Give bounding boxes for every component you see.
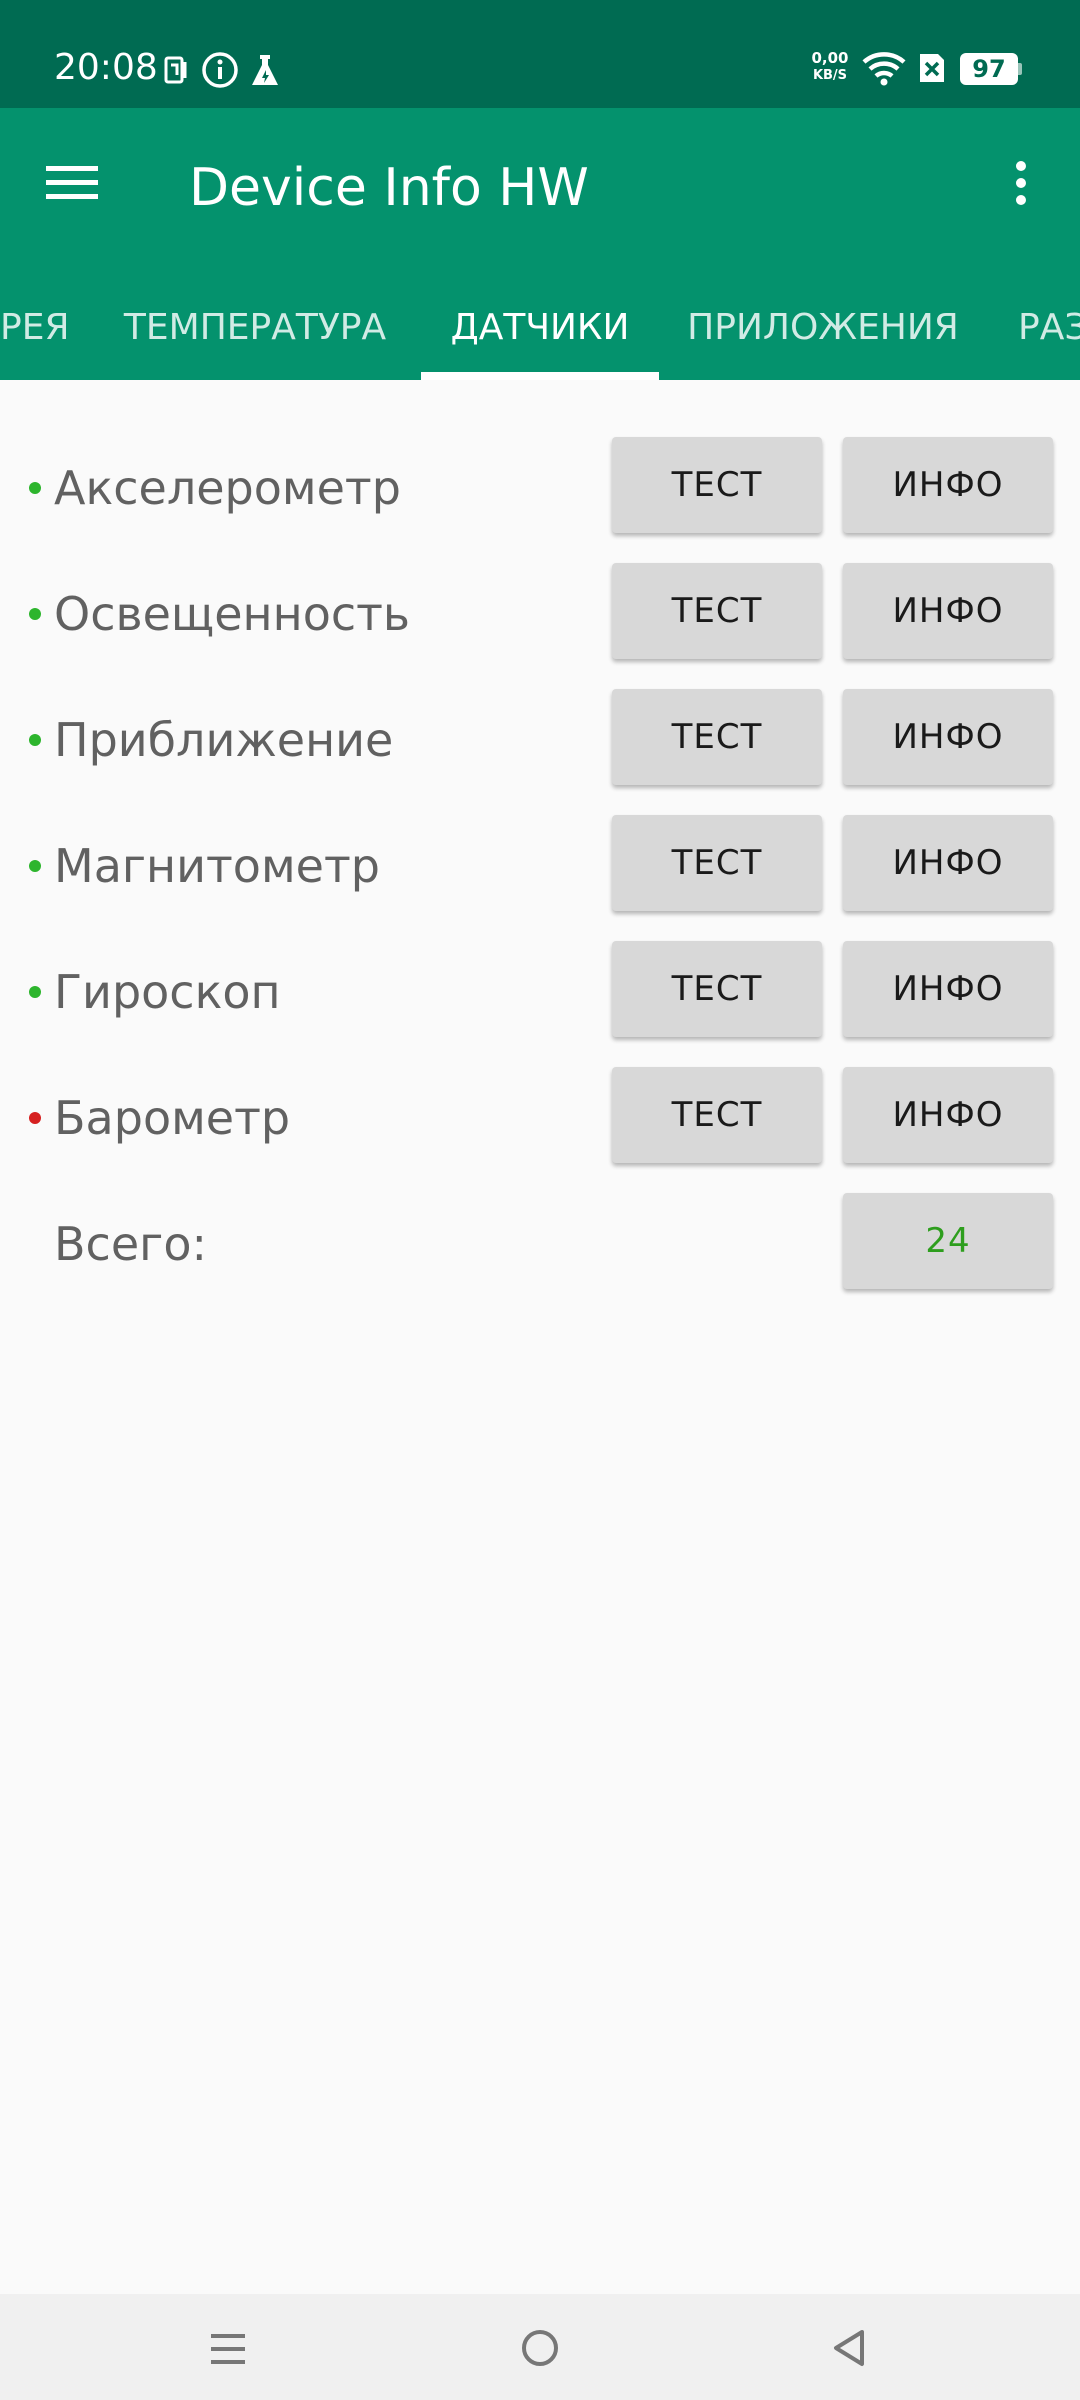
tab-temperature[interactable]: ТЕМПЕРАТУРА [110, 280, 400, 380]
status-bar: 20:08 0,00 KB/S 97 [0, 0, 1080, 108]
app-title: Device Info HW [189, 158, 589, 218]
more-vertical-icon[interactable] [1014, 160, 1028, 210]
sensor-row-light: Освещенность ТЕСТ ИНФО [0, 563, 1080, 663]
info-button[interactable]: ИНФО [843, 1067, 1053, 1163]
sensor-name: Магнитометр [54, 839, 380, 893]
status-dot [29, 1112, 41, 1124]
sensor-name: Барометр [54, 1091, 291, 1145]
total-label: Всего: [54, 1217, 207, 1271]
test-button[interactable]: ТЕСТ [612, 941, 822, 1037]
sensor-name: Гироскоп [54, 965, 281, 1019]
tab-more[interactable]: РАЗ [1018, 280, 1080, 380]
tab-sensors[interactable]: ДАТЧИКИ [421, 280, 659, 380]
nfc-icon [164, 56, 190, 88]
sensor-row-gyroscope: Гироскоп ТЕСТ ИНФО [0, 941, 1080, 1041]
info-button[interactable]: ИНФО [843, 815, 1053, 911]
info-button[interactable]: ИНФО [843, 563, 1053, 659]
sensor-name: Акселерометр [54, 461, 401, 515]
status-dot [29, 482, 41, 494]
tab-apps[interactable]: ПРИЛОЖЕНИЯ [676, 280, 970, 380]
tab-label: ПРИЛОЖЕНИЯ [687, 307, 959, 348]
battery-level: 97 [972, 55, 1006, 83]
net-speed-unit: KB/S [812, 68, 848, 83]
sensor-name: Приближение [54, 713, 394, 767]
net-speed-value: 0,00 [811, 49, 849, 67]
recents-icon[interactable] [209, 2330, 247, 2372]
net-speed: 0,00 KB/S [807, 50, 853, 84]
test-button[interactable]: ТЕСТ [612, 815, 822, 911]
total-row: Всего: 24 [0, 1193, 1080, 1293]
back-icon[interactable] [830, 2328, 868, 2372]
sensor-row-accelerometer: Акселерометр ТЕСТ ИНФО [0, 437, 1080, 537]
wifi-icon [862, 50, 906, 90]
info-button[interactable]: ИНФО [843, 689, 1053, 785]
test-button[interactable]: ТЕСТ [612, 689, 822, 785]
total-count-button[interactable]: 24 [843, 1193, 1053, 1289]
info-button[interactable]: ИНФО [843, 941, 1053, 1037]
navigation-bar [0, 2294, 1080, 2400]
status-time: 20:08 [54, 47, 158, 88]
tab-label: ТЕМПЕРАТУРА [123, 307, 387, 348]
app-bar: Device Info HW РЕЯ ТЕМПЕРАТУРА ДАТЧИКИ П… [0, 108, 1080, 380]
test-button[interactable]: ТЕСТ [612, 563, 822, 659]
sim-off-icon [918, 52, 946, 88]
sensor-row-barometer: Барометр ТЕСТ ИНФО [0, 1067, 1080, 1167]
tab-label: РЕЯ [0, 307, 70, 348]
info-button[interactable]: ИНФО [843, 437, 1053, 533]
test-button[interactable]: ТЕСТ [612, 437, 822, 533]
sensor-row-proximity: Приближение ТЕСТ ИНФО [0, 689, 1080, 789]
active-tab-indicator [421, 372, 659, 380]
status-dot [29, 608, 41, 620]
status-dot [29, 986, 41, 998]
status-dot [29, 734, 41, 746]
battery-icon: 97 [960, 53, 1022, 85]
status-dot [29, 860, 41, 872]
test-button[interactable]: ТЕСТ [612, 1067, 822, 1163]
home-icon[interactable] [520, 2328, 560, 2372]
flask-icon [250, 53, 280, 91]
sensor-row-magnetometer: Магнитометр ТЕСТ ИНФО [0, 815, 1080, 915]
sensor-name: Освещенность [54, 587, 411, 641]
tab-label: ДАТЧИКИ [450, 307, 630, 348]
tab-bar: РЕЯ ТЕМПЕРАТУРА ДАТЧИКИ ПРИЛОЖЕНИЯ РАЗ [0, 280, 1080, 380]
tab-label: РАЗ [1018, 307, 1080, 348]
tab-battery[interactable]: РЕЯ [0, 280, 70, 380]
info-icon [201, 51, 239, 93]
hamburger-menu-icon[interactable] [46, 163, 98, 207]
